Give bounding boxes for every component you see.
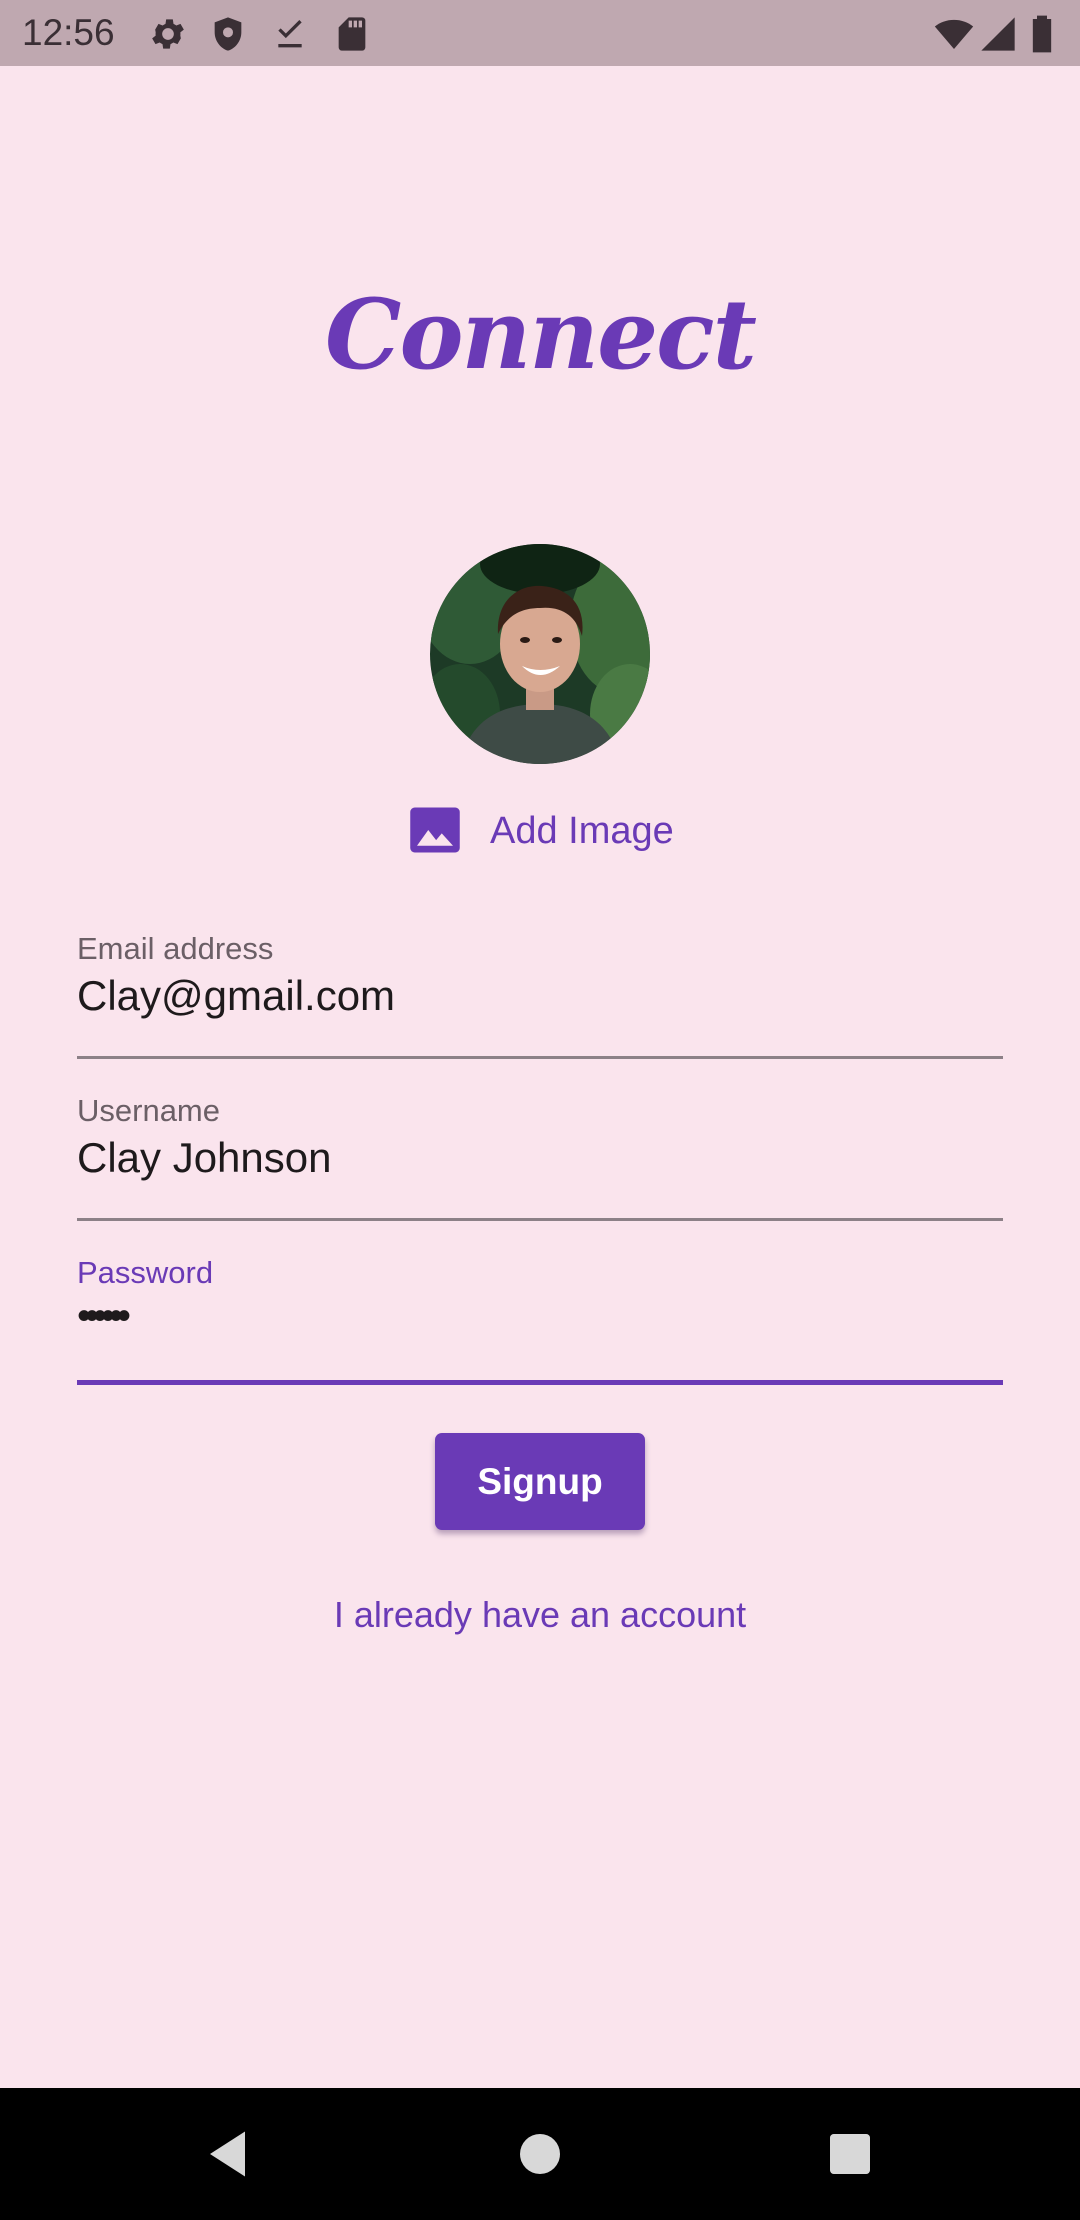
username-field[interactable]: Username Clay Johnson bbox=[77, 1092, 1003, 1222]
app-title: Connect bbox=[325, 278, 757, 391]
settings-icon bbox=[148, 14, 188, 54]
password-field-label: Password bbox=[77, 1255, 214, 1290]
email-field-underline bbox=[77, 1056, 1003, 1059]
add-image-label: Add Image bbox=[490, 810, 674, 852]
status-bar: 12:56 bbox=[0, 0, 1080, 66]
profile-photo bbox=[430, 544, 650, 764]
back-icon[interactable] bbox=[200, 2124, 260, 2184]
password-input[interactable]: •••••• bbox=[77, 1290, 1003, 1342]
username-field-underline bbox=[77, 1218, 1003, 1221]
username-field-label: Username bbox=[77, 1093, 220, 1128]
email-field[interactable]: Email address Clay@gmail.com bbox=[77, 930, 1003, 1060]
username-input[interactable]: Clay Johnson bbox=[77, 1132, 1003, 1184]
image-icon bbox=[408, 805, 462, 855]
password-field-underline bbox=[77, 1380, 1003, 1385]
status-time: 12:56 bbox=[22, 12, 115, 53]
signup-button[interactable]: Signup bbox=[435, 1433, 645, 1530]
home-icon[interactable] bbox=[510, 2124, 570, 2184]
login-link[interactable]: I already have an account bbox=[0, 1590, 1080, 1640]
wifi-icon bbox=[934, 14, 974, 54]
avatar bbox=[430, 544, 650, 764]
signal-icon bbox=[978, 14, 1018, 54]
sd-card-icon bbox=[332, 14, 372, 54]
email-field-label: Email address bbox=[77, 931, 274, 966]
download-done-icon bbox=[270, 14, 310, 54]
navigation-bar bbox=[0, 2088, 1080, 2220]
battery-icon bbox=[1030, 14, 1060, 54]
recents-icon[interactable] bbox=[820, 2124, 880, 2184]
shield-icon bbox=[208, 14, 248, 54]
password-field[interactable]: Password •••••• bbox=[77, 1254, 1003, 1386]
add-image-button[interactable]: Add Image bbox=[408, 800, 688, 860]
email-input[interactable]: Clay@gmail.com bbox=[77, 970, 1003, 1022]
